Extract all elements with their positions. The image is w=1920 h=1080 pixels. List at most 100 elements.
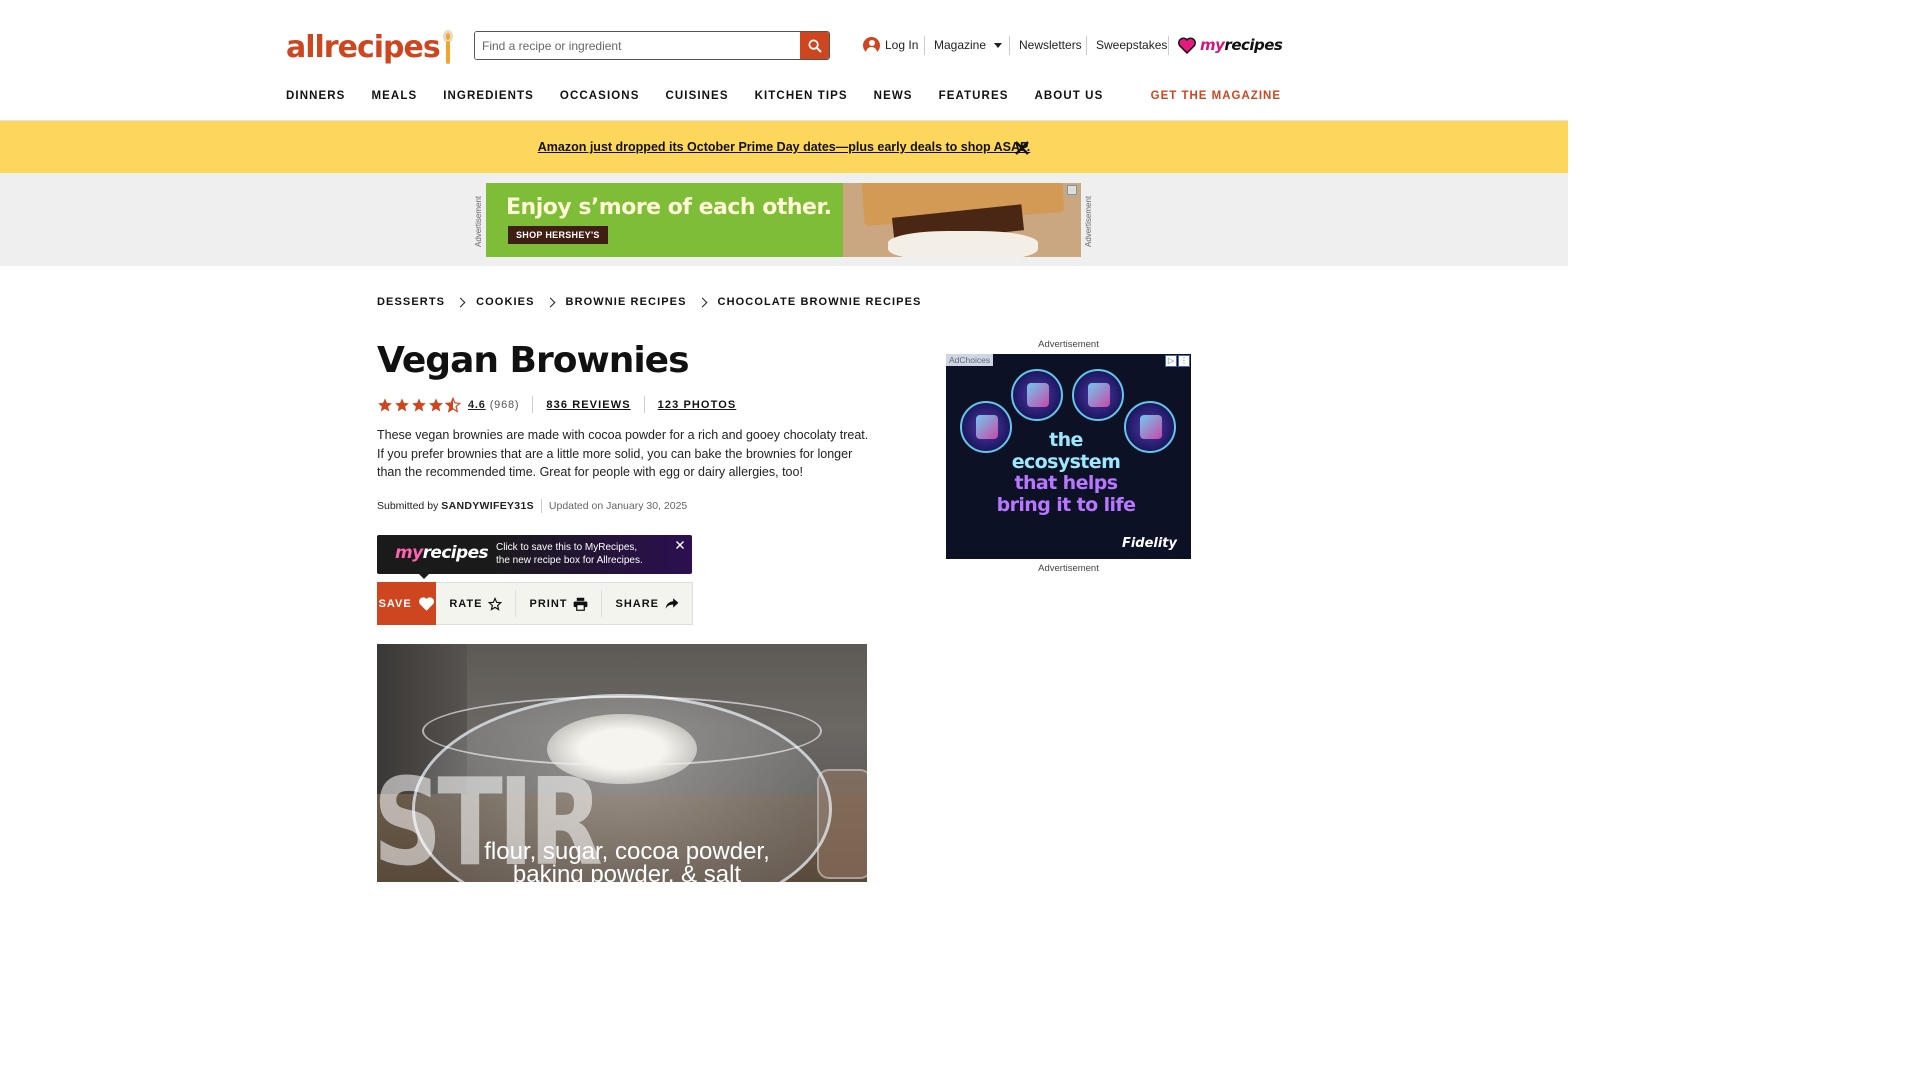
- tooltip-pointer: [418, 573, 430, 579]
- image-caption: flour, sugar, cocoa powder, baking powde…: [484, 838, 770, 883]
- nav-item-meals[interactable]: MEALS: [371, 90, 417, 102]
- rating-value[interactable]: 4.6: [468, 399, 486, 411]
- ad-headline: Enjoy s’more of each other.: [506, 195, 832, 220]
- ad-label-left: Advertisement: [474, 195, 483, 247]
- ad-label-bottom: Advertisement: [1038, 563, 1099, 574]
- chevron-right-icon: [697, 297, 707, 307]
- divider: [924, 36, 925, 55]
- allrecipes-logo[interactable]: allrecipes: [286, 22, 455, 68]
- breadcrumb-cookies[interactable]: COOKIES: [476, 296, 534, 308]
- adchoices-badge[interactable]: AdChoices: [946, 354, 994, 366]
- chevron-right-icon: [455, 297, 466, 307]
- myrecipes-wordmark: myrecipes: [1200, 36, 1283, 54]
- ad-info-icon[interactable]: ▷: [1165, 355, 1177, 367]
- site-header: allrecipes Log In Magazine Newsletters S…: [0, 0, 1568, 121]
- orb-icon: [1072, 369, 1124, 421]
- star-icon: [378, 397, 392, 411]
- myrecipes-link[interactable]: myrecipes: [1178, 35, 1283, 55]
- ad-line-4: bring it to life: [996, 493, 1136, 516]
- breadcrumb-desserts[interactable]: DESSERTS: [377, 296, 445, 308]
- ad-copy: the ecosystem that helps bring it to lif…: [946, 429, 1186, 516]
- rating-row: 4.6 (968) 836 REVIEWS 123 PHOTOS: [377, 396, 736, 413]
- star-outline-icon: [488, 596, 503, 611]
- divider: [1086, 36, 1087, 55]
- spoon-icon: [441, 26, 455, 68]
- ad-shop-button[interactable]: SHOP HERSHEY'S: [508, 226, 608, 244]
- nav-item-dinners[interactable]: DINNERS: [286, 90, 345, 102]
- search-icon: [808, 39, 822, 53]
- share-button[interactable]: SHARE: [602, 590, 692, 617]
- divider: [1009, 36, 1010, 55]
- byline: Submitted by SANDYWIFEY31S Updated on Ja…: [377, 499, 687, 513]
- caret-down-icon: [994, 42, 1003, 48]
- save-label: SAVE: [378, 597, 412, 610]
- half-star-icon: [445, 396, 461, 413]
- nav-item-features[interactable]: FEATURES: [939, 90, 1009, 102]
- ad-label-top: Advertisement: [1038, 339, 1099, 350]
- share-label: SHARE: [615, 597, 659, 610]
- ad-line-3: that helps: [1014, 472, 1119, 494]
- share-arrow-icon: [665, 598, 679, 609]
- orb-icon: [1011, 369, 1063, 421]
- main-nav: DINNERS MEALS INGREDIENTS OCCASIONS CUIS…: [286, 90, 1103, 102]
- star-rating: [377, 396, 461, 413]
- photos-link[interactable]: 123 PHOTOS: [658, 399, 737, 411]
- recipe-main-image[interactable]: STIR flour, sugar, cocoa powder, baking …: [377, 644, 867, 882]
- print-button[interactable]: PRINT: [516, 590, 603, 617]
- logo-text: allrecipes: [286, 30, 441, 65]
- myrecipes-logo: myrecipes: [395, 543, 489, 563]
- magazine-dropdown[interactable]: Magazine: [934, 35, 1003, 55]
- author-link[interactable]: SANDYWIFEY31S: [441, 500, 534, 512]
- magazine-label: Magazine: [934, 38, 987, 52]
- promo-line-1: Click to save this to MyRecipes,: [496, 542, 638, 553]
- nav-item-news[interactable]: NEWS: [874, 90, 913, 102]
- smores-image: [843, 183, 1081, 257]
- ad-controls: ▷ ⋮: [1165, 355, 1190, 367]
- search-button[interactable]: [800, 32, 829, 59]
- star-icon: [429, 397, 443, 411]
- login-link[interactable]: Log In: [863, 35, 918, 55]
- divider: [1168, 36, 1169, 55]
- updated-date: Updated on January 30, 2025: [548, 500, 688, 512]
- promo-line-2: the new recipe box for Allrecipes.: [496, 555, 643, 566]
- myrecipes-promo[interactable]: myrecipes Click to save this to MyRecipe…: [377, 535, 692, 574]
- reviews-link[interactable]: 836 REVIEWS: [546, 399, 630, 411]
- nav-item-occasions[interactable]: OCCASIONS: [560, 90, 640, 102]
- rate-button[interactable]: RATE: [436, 590, 517, 617]
- page-title: Vegan Brownies: [377, 340, 690, 381]
- sweepstakes-link[interactable]: Sweepstakes: [1096, 35, 1167, 55]
- get-magazine-link[interactable]: GET THE MAGAZINE: [1151, 90, 1281, 102]
- banner-link[interactable]: Amazon just dropped its October Prime Da…: [538, 140, 1030, 154]
- ad-menu-icon[interactable]: ⋮: [1178, 355, 1190, 367]
- ad-line-2: ecosystem: [1011, 450, 1121, 473]
- nav-item-kitchen-tips[interactable]: KITCHEN TIPS: [755, 90, 848, 102]
- nav-item-about-us[interactable]: ABOUT US: [1035, 90, 1104, 102]
- promo-banner: Amazon just dropped its October Prime Da…: [0, 121, 1568, 173]
- newsletters-link[interactable]: Newsletters: [1019, 35, 1082, 55]
- close-icon[interactable]: [1013, 139, 1031, 157]
- submitted-by-label: Submitted by: [377, 500, 439, 512]
- save-button[interactable]: SAVE: [377, 582, 437, 625]
- fidelity-logo: Fidelity: [1121, 536, 1177, 551]
- ad-line-1: the: [1049, 429, 1083, 451]
- heart-icon: [1178, 37, 1196, 54]
- divider: [643, 396, 645, 413]
- nav-item-cuisines[interactable]: CUISINES: [665, 90, 728, 102]
- print-label: PRINT: [529, 597, 568, 610]
- star-icon: [395, 397, 409, 411]
- recipe-actions: SAVE RATE PRINT SHARE: [377, 582, 693, 625]
- breadcrumb-brownie-recipes[interactable]: BROWNIE RECIPES: [566, 296, 687, 308]
- divider: [532, 396, 534, 413]
- fidelity-ad[interactable]: AdChoices ▷ ⋮ the ecosystem that helps b…: [946, 354, 1191, 559]
- rating-count: (968): [489, 398, 520, 411]
- chevron-right-icon: [545, 297, 555, 307]
- breadcrumb: DESSERTS COOKIES BROWNIE RECIPES CHOCOLA…: [377, 296, 921, 308]
- promo-text: Click to save this to MyRecipes, the new…: [496, 541, 643, 567]
- nav-item-ingredients[interactable]: INGREDIENTS: [443, 90, 534, 102]
- adchoices-icon[interactable]: [1067, 185, 1077, 195]
- search-input[interactable]: [475, 32, 800, 59]
- hershey-ad[interactable]: Enjoy s’more of each other. SHOP HERSHEY…: [486, 183, 1081, 257]
- close-icon[interactable]: [675, 540, 685, 550]
- printer-icon: [574, 597, 588, 611]
- breadcrumb-chocolate-brownie-recipes[interactable]: CHOCOLATE BROWNIE RECIPES: [718, 296, 922, 308]
